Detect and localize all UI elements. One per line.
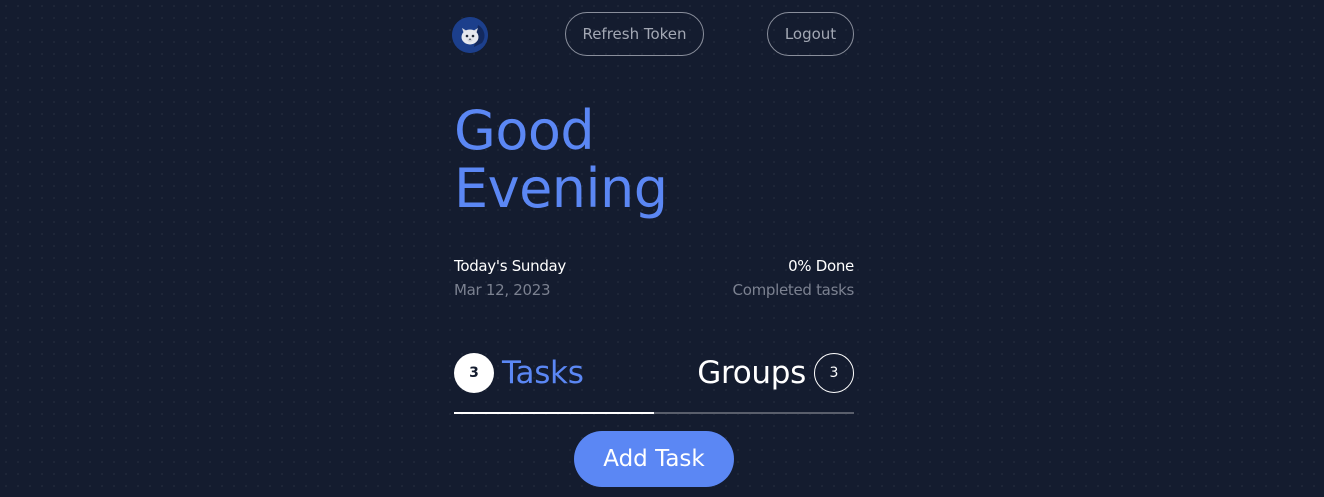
greeting-heading: Good Evening xyxy=(454,102,668,218)
refresh-token-button[interactable]: Refresh Token xyxy=(565,12,704,56)
tabs: 3 Tasks Groups 3 xyxy=(454,352,854,414)
progress-title: 0% Done xyxy=(788,257,854,275)
top-bar: Refresh Token Logout xyxy=(452,12,854,58)
tasks-count-badge: 3 xyxy=(454,353,494,393)
tab-active-indicator xyxy=(454,412,654,414)
tab-tasks-label: Tasks xyxy=(502,355,584,391)
groups-count-badge: 3 xyxy=(814,353,854,393)
tab-tasks[interactable]: 3 Tasks xyxy=(454,352,584,394)
progress-info: 0% Done Completed tasks xyxy=(732,256,855,300)
main-container: Refresh Token Logout Good Evening Today'… xyxy=(452,0,855,497)
tab-groups-label: Groups xyxy=(697,355,806,391)
logout-button[interactable]: Logout xyxy=(767,12,854,56)
today-date: Mar 12, 2023 xyxy=(454,281,551,299)
today-title: Today's Sunday xyxy=(454,257,567,275)
today-info: Today's Sunday Mar 12, 2023 xyxy=(454,256,566,300)
add-task-button[interactable]: Add Task xyxy=(574,431,734,487)
progress-subtitle: Completed tasks xyxy=(732,281,855,299)
greeting-line-1: Good xyxy=(454,99,595,162)
cat-avatar-icon[interactable] xyxy=(452,17,488,53)
greeting-line-2: Evening xyxy=(454,157,668,220)
tab-groups[interactable]: Groups 3 xyxy=(697,352,854,394)
